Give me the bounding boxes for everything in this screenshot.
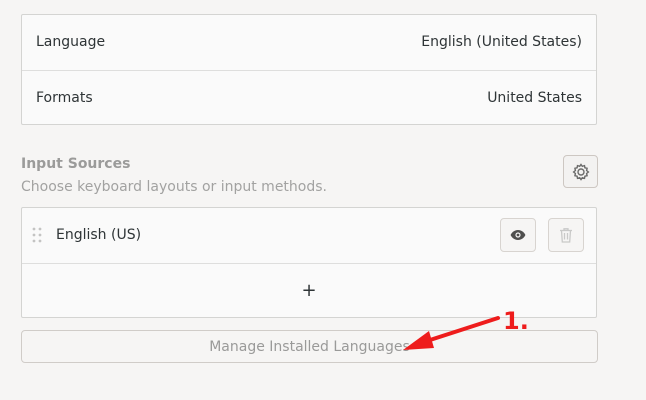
input-sources-subtitle: Choose keyboard layouts or input methods… — [21, 179, 327, 195]
input-sources-options-button[interactable] — [563, 155, 598, 188]
drag-handle-icon[interactable] — [32, 227, 42, 243]
formats-value: United States — [487, 90, 582, 106]
gear-icon — [572, 162, 589, 181]
trash-icon — [560, 228, 572, 243]
input-sources-card: English (US) + — [21, 207, 597, 318]
plus-icon: + — [301, 280, 317, 301]
remove-input-source-button[interactable] — [548, 218, 584, 252]
annotation-label: 1. — [503, 307, 529, 335]
preview-layout-button[interactable] — [500, 218, 536, 252]
language-row[interactable]: Language English (United States) — [22, 15, 596, 70]
formats-row[interactable]: Formats United States — [22, 70, 596, 125]
eye-icon — [510, 230, 526, 240]
input-source-row: English (US) — [22, 208, 596, 263]
input-sources-title: Input Sources — [21, 156, 131, 172]
input-source-label: English (US) — [56, 227, 142, 243]
language-value: English (United States) — [421, 34, 582, 50]
language-label: Language — [36, 34, 106, 50]
language-formats-card: Language English (United States) Formats… — [21, 14, 597, 125]
formats-label: Formats — [36, 90, 93, 106]
